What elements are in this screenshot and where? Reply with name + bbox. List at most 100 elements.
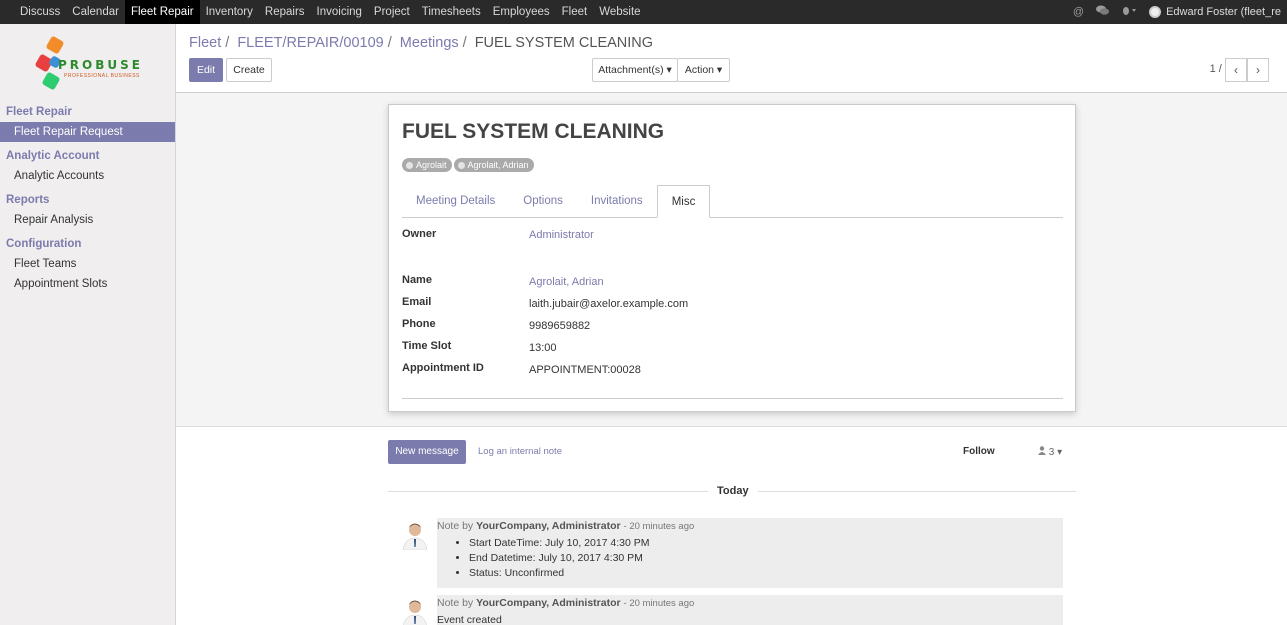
company-logo: PROBUSE PROFESSIONAL BUSINESS	[0, 24, 175, 100]
followers-count: 3	[1048, 447, 1055, 458]
email-value: laith.jubair@axelor.example.com	[529, 298, 689, 310]
owner-value[interactable]: Administrator	[529, 229, 594, 241]
attendee-tag[interactable]: Agrolait, Adrian	[453, 158, 534, 172]
menu-fleet-repair[interactable]: Fleet Repair	[124, 0, 200, 24]
action-dropdown[interactable]: Action ▾	[677, 58, 730, 82]
tag-dot-icon	[457, 161, 465, 169]
sidebar-item-appointment-slots[interactable]: Appointment Slots	[0, 274, 175, 294]
attachments-dropdown[interactable]: Attachment(s) ▾	[592, 58, 678, 82]
message-time: - 20 minutes ago	[623, 521, 695, 532]
message-body: Event created	[437, 614, 502, 625]
chevron-right-icon: ›	[1256, 63, 1260, 77]
list-item: Start DateTime: July 10, 2017 4:30 PM	[469, 536, 1063, 551]
user-menu[interactable]: Edward Foster (fleet_re	[1149, 6, 1281, 18]
sidebar-section-analytic-account: Analytic Account	[6, 150, 100, 162]
message-prefix: Note by	[437, 597, 474, 609]
author-avatar	[400, 597, 430, 625]
chatter-message: Note by YourCompany, Administrator - 20 …	[437, 595, 1063, 625]
sidebar-section-reports: Reports	[6, 194, 50, 206]
create-button[interactable]: Create	[226, 58, 272, 82]
name-label: Name	[402, 274, 432, 286]
menu-repairs[interactable]: Repairs	[259, 0, 311, 24]
caret-down-icon: ▾	[1057, 447, 1063, 458]
tag-label: Agrolait	[416, 160, 447, 170]
tab-options[interactable]: Options	[509, 185, 577, 217]
tag-dot-icon	[406, 161, 413, 169]
form-tabs: Meeting Details Options Invitations Misc	[402, 185, 1063, 218]
chevron-left-icon: ‹	[1234, 63, 1238, 77]
record-title: FUEL SYSTEM CLEANING	[402, 120, 665, 143]
pager-previous-button[interactable]: ‹	[1225, 58, 1247, 82]
sidebar: PROBUSE PROFESSIONAL BUSINESS Fleet Repa…	[0, 24, 176, 625]
sidebar-section-configuration: Configuration	[6, 238, 82, 250]
phone-value: 9989659882	[529, 320, 591, 332]
sidebar-item-analytic-accounts[interactable]: Analytic Accounts	[0, 166, 175, 186]
breadcrumb-separator: /	[462, 35, 467, 51]
author-avatar	[400, 520, 430, 551]
menu-employees[interactable]: Employees	[487, 0, 556, 24]
tab-misc[interactable]: Misc	[656, 185, 711, 218]
list-item: Status: Unconfirmed	[469, 566, 1063, 581]
follow-button[interactable]: Follow	[963, 446, 995, 457]
breadcrumb-meetings[interactable]: Meetings	[400, 35, 459, 51]
tab-invitations[interactable]: Invitations	[577, 185, 657, 217]
appointment-id-label: Appointment ID	[402, 362, 484, 374]
form-sheet: FUEL SYSTEM CLEANING Agrolait Agrolait, …	[388, 104, 1076, 412]
time-slot-value: 13:00	[529, 342, 557, 354]
message-time: - 20 minutes ago	[623, 598, 695, 609]
message-prefix: Note by	[437, 520, 474, 532]
menu-inventory[interactable]: Inventory	[200, 0, 259, 24]
tab-meeting-details[interactable]: Meeting Details	[402, 185, 509, 217]
log-note-link[interactable]: Log an internal note	[478, 446, 562, 457]
logo-brand: PROBUSE	[58, 58, 143, 72]
user-icon	[1038, 446, 1049, 458]
edit-button[interactable]: Edit	[189, 58, 223, 82]
sheet-divider	[402, 398, 1063, 399]
top-navbar: Discuss Calendar Fleet Repair Inventory …	[0, 0, 1287, 24]
menu-timesheets[interactable]: Timesheets	[416, 0, 487, 24]
breadcrumb-fleet[interactable]: Fleet	[189, 35, 221, 51]
message-author[interactable]: YourCompany, Administrator	[476, 520, 620, 532]
new-message-button[interactable]: New message	[388, 440, 466, 464]
breadcrumb-repair[interactable]: FLEET/REPAIR/00109	[237, 35, 383, 51]
attendee-tag[interactable]: Agrolait	[402, 158, 452, 172]
attendee-tags: Agrolait Agrolait, Adrian	[402, 158, 534, 172]
sidebar-item-fleet-repair-request[interactable]: Fleet Repair Request	[0, 122, 175, 142]
bug-icon[interactable]	[1121, 5, 1137, 19]
appointment-id-value: APPOINTMENT:00028	[529, 364, 641, 376]
tag-label: Agrolait, Adrian	[467, 160, 529, 170]
time-slot-label: Time Slot	[402, 340, 452, 352]
user-name: Edward Foster (fleet_re	[1166, 6, 1281, 18]
message-header: Note by YourCompany, Administrator - 20 …	[437, 520, 1063, 532]
app-menu: Discuss Calendar Fleet Repair Inventory …	[0, 0, 647, 24]
sidebar-item-repair-analysis[interactable]: Repair Analysis	[0, 210, 175, 230]
list-item: End Datetime: July 10, 2017 4:30 PM	[469, 551, 1063, 566]
breadcrumb-current: FUEL SYSTEM CLEANING	[474, 35, 654, 51]
breadcrumb-separator: /	[225, 35, 230, 51]
menu-invoicing[interactable]: Invoicing	[311, 0, 368, 24]
logo-hex-orange	[45, 35, 65, 55]
logo-tagline: PROFESSIONAL BUSINESS	[64, 73, 140, 79]
menu-fleet[interactable]: Fleet	[556, 0, 594, 24]
logo-hex-green	[41, 71, 61, 91]
phone-label: Phone	[402, 318, 436, 330]
menu-calendar[interactable]: Calendar	[66, 0, 125, 24]
owner-label: Owner	[402, 228, 437, 240]
message-header: Note by YourCompany, Administrator - 20 …	[437, 597, 1063, 609]
menu-project[interactable]: Project	[368, 0, 416, 24]
chat-icon[interactable]	[1096, 5, 1110, 19]
menu-website[interactable]: Website	[593, 0, 646, 24]
name-value[interactable]: Agrolait, Adrian	[529, 276, 604, 288]
menu-discuss[interactable]: Discuss	[14, 0, 66, 24]
followers-dropdown[interactable]: 3 ▾	[1038, 446, 1062, 458]
today-label: Today	[708, 485, 758, 497]
avatar	[1149, 6, 1162, 18]
email-label: Email	[402, 296, 432, 308]
message-author[interactable]: YourCompany, Administrator	[476, 597, 620, 609]
message-tracking-list: Start DateTime: July 10, 2017 4:30 PM En…	[469, 536, 1063, 581]
sidebar-section-fleet-repair: Fleet Repair	[6, 106, 72, 118]
sidebar-item-fleet-teams[interactable]: Fleet Teams	[0, 254, 175, 274]
at-icon[interactable]: @	[1073, 6, 1084, 18]
breadcrumb-separator: /	[387, 35, 392, 51]
pager-next-button[interactable]: ›	[1247, 58, 1269, 82]
